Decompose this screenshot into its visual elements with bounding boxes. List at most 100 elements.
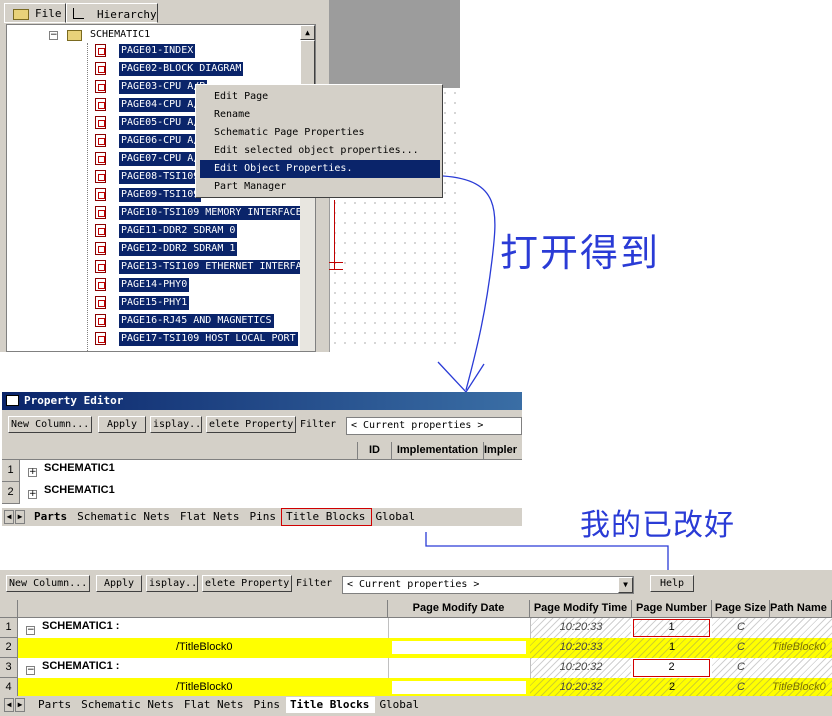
cell-page-size[interactable]: C: [712, 681, 770, 693]
property-grid[interactable]: ID Implementation Impler 1 + SCHEMATIC1 …: [2, 442, 522, 508]
collapse-icon[interactable]: −: [26, 626, 35, 635]
apply-button[interactable]: Apply: [98, 416, 146, 433]
tree-dotted-line: [87, 43, 88, 351]
cell-page-modify-date[interactable]: [392, 641, 526, 654]
tab-file[interactable]: File: [4, 3, 66, 23]
delete-property-button[interactable]: elete Property: [202, 575, 292, 592]
new-column-button[interactable]: New Column...: [8, 416, 92, 433]
apply-button[interactable]: Apply: [96, 575, 142, 592]
cell-page-number[interactable]: 2: [632, 681, 712, 693]
context-menu-item[interactable]: Edit Object Properties.: [200, 160, 440, 178]
delete-property-button[interactable]: elete Property: [206, 416, 296, 433]
row-number[interactable]: 1: [0, 618, 18, 638]
cell-page-size[interactable]: C: [712, 661, 770, 673]
schematic-page-icon: [95, 134, 106, 147]
row-number[interactable]: 3: [0, 658, 18, 678]
display-button[interactable]: isplay..: [146, 575, 198, 592]
context-menu-item[interactable]: Edit selected object properties...: [200, 142, 440, 160]
row-name: SCHEMATIC1 :: [42, 660, 120, 672]
context-menu-item[interactable]: Rename: [200, 106, 440, 124]
column-header-implementation[interactable]: Implementation: [392, 442, 484, 460]
column-header-row-num: [0, 600, 18, 618]
tab-pins[interactable]: Pins: [245, 509, 282, 525]
column-header-impler[interactable]: Impler: [484, 442, 522, 460]
cell-path-name[interactable]: TitleBlock0: [772, 681, 832, 693]
schematic-page-icon: [95, 152, 106, 165]
help-button[interactable]: Help: [650, 575, 694, 592]
display-button[interactable]: isplay..: [150, 416, 202, 433]
tab-schematic-nets[interactable]: Schematic Nets: [77, 697, 180, 713]
schematic-page-icon: [95, 98, 106, 111]
cell-page-size[interactable]: C: [712, 641, 770, 653]
property-editor-titlebar: Property Editor: [2, 392, 522, 410]
tree-page-label: PAGE13-TSI109 ETHERNET INTERFAC: [119, 260, 310, 274]
tree-page-label: PAGE02-BLOCK DIAGRAM: [119, 62, 244, 76]
tab-global[interactable]: Global: [371, 509, 421, 525]
property-editor-top: Property Editor New Column... Apply ispl…: [2, 392, 522, 526]
schematic-page-icon: [95, 188, 106, 201]
row-number[interactable]: 2: [2, 482, 20, 504]
row-name: SCHEMATIC1: [44, 484, 115, 496]
context-menu-item[interactable]: Edit Page: [200, 88, 440, 106]
tree-page-label: PAGE01-INDEX: [119, 44, 196, 58]
cell-page-number[interactable]: 2: [633, 659, 710, 677]
tab-scroll-left-icon[interactable]: ◀: [4, 510, 14, 524]
filter-combo[interactable]: < Current properties >: [342, 576, 634, 594]
cell-page-modify-date[interactable]: [392, 681, 526, 694]
property-grid-2[interactable]: Page Modify Date Page Modify Time Page N…: [0, 600, 832, 696]
collapse-icon[interactable]: −: [26, 666, 35, 675]
tab-flat-nets[interactable]: Flat Nets: [180, 697, 250, 713]
sheet-tabs: Parts Schematic Nets Flat Nets Pins Title Bl…: [30, 508, 421, 527]
cell-page-size[interactable]: C: [712, 621, 770, 633]
scroll-up-arrow-icon[interactable]: ▲: [300, 25, 315, 40]
tab-title-blocks[interactable]: Title Blocks: [280, 508, 373, 526]
tree-page-label: PAGE09-TSI109: [119, 188, 202, 202]
tab-pins[interactable]: Pins: [249, 697, 286, 713]
tree-root-label[interactable]: SCHEMATIC1: [90, 29, 150, 40]
cell-page-modify-time[interactable]: 10:20:33: [531, 641, 631, 653]
column-header-page-number[interactable]: Page Number: [632, 600, 712, 618]
schematic-page-icon: [95, 224, 106, 237]
tab-global[interactable]: Global: [375, 697, 425, 713]
column-header-page-modify-date[interactable]: Page Modify Date: [388, 600, 530, 618]
tab-title-blocks[interactable]: Title Blocks: [285, 697, 376, 713]
cell-path-name[interactable]: TitleBlock0: [772, 641, 832, 653]
expand-icon[interactable]: +: [28, 468, 37, 477]
annotation-arrowhead-1: [437, 361, 485, 394]
tab-scroll-right-icon[interactable]: ▶: [15, 698, 25, 712]
column-header-path-name[interactable]: Path Name: [770, 600, 832, 618]
tab-schematic-nets[interactable]: Schematic Nets: [73, 509, 176, 525]
row-number[interactable]: 1: [2, 460, 20, 482]
cell-page-number[interactable]: 1: [632, 641, 712, 653]
tab-parts[interactable]: Parts: [30, 509, 73, 525]
tab-parts[interactable]: Parts: [34, 697, 77, 713]
tab-scroll-left-icon[interactable]: ◀: [4, 698, 14, 712]
tab-hierarchy[interactable]: Hierarchy: [66, 3, 158, 23]
row-number[interactable]: 4: [0, 678, 18, 696]
collapse-icon[interactable]: −: [49, 31, 58, 40]
dropdown-arrow-icon[interactable]: ▼: [618, 577, 633, 593]
schematic-page-icon: [95, 62, 106, 75]
schematic-page-icon: [95, 116, 106, 129]
column-header-blank: [2, 442, 358, 460]
tab-flat-nets[interactable]: Flat Nets: [176, 509, 246, 525]
context-menu-item[interactable]: Part Manager: [200, 178, 440, 196]
column-header-id[interactable]: ID: [358, 442, 392, 460]
new-column-button[interactable]: New Column...: [6, 575, 90, 592]
property-editor-title: Property Editor: [24, 394, 124, 407]
schematic-wire: [330, 200, 335, 270]
cell-page-modify-time[interactable]: 10:20:32: [531, 661, 631, 673]
cell-page-modify-time[interactable]: 10:20:33: [531, 621, 631, 633]
cell-page-modify-time[interactable]: 10:20:32: [531, 681, 631, 693]
column-header-page-size[interactable]: Page Size: [712, 600, 770, 618]
cell-page-number-value: 2: [668, 661, 675, 673]
schematic-page-icon: [95, 206, 106, 219]
ground-symbol: [329, 262, 343, 270]
row-number[interactable]: 2: [0, 638, 18, 658]
column-header-page-modify-time[interactable]: Page Modify Time: [530, 600, 632, 618]
tab-scroll-right-icon[interactable]: ▶: [15, 510, 25, 524]
filter-combo[interactable]: < Current properties >: [346, 417, 522, 435]
expand-icon[interactable]: +: [28, 490, 37, 499]
context-menu-item[interactable]: Schematic Page Properties: [200, 124, 440, 142]
cell-page-number[interactable]: 1: [633, 619, 710, 637]
